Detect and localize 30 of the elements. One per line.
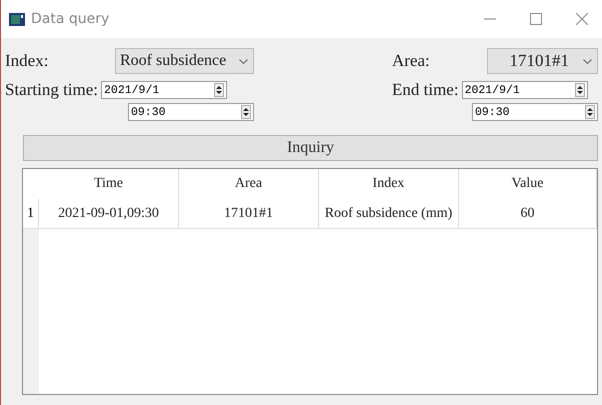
spinner-icon[interactable] xyxy=(585,105,595,119)
field-label: Index: xyxy=(5,51,50,71)
table-cell: Roof subsidence (mm) xyxy=(319,199,459,229)
table-cell: 60 xyxy=(459,199,597,229)
spinner-icon[interactable] xyxy=(574,83,585,97)
table-cell: 2021-09-01,09:30 xyxy=(39,199,179,229)
time-field[interactable]: 09:30 xyxy=(472,103,598,121)
field-label: Area: xyxy=(392,51,431,71)
app-icon xyxy=(9,12,25,26)
table-cell: 17101#1 xyxy=(179,199,319,229)
spinner-icon[interactable] xyxy=(214,83,224,97)
date-field[interactable]: 2021/9/1 xyxy=(462,81,588,99)
column-header[interactable]: Time xyxy=(39,169,179,199)
minimize-icon[interactable] xyxy=(484,18,496,20)
dropdown[interactable]: Roof subsidence xyxy=(115,48,254,74)
window-title: Data query xyxy=(31,11,110,27)
inquiry-button[interactable]: Inquiry xyxy=(23,135,598,161)
field-label: Starting time: xyxy=(5,80,98,100)
close-icon[interactable] xyxy=(576,13,588,25)
maximize-icon[interactable] xyxy=(530,13,542,25)
spinner-icon[interactable] xyxy=(241,105,251,119)
field-label: End time: xyxy=(392,80,459,100)
column-header[interactable]: Value xyxy=(459,169,597,199)
column-header[interactable]: Area xyxy=(179,169,319,199)
chevron-icon xyxy=(239,58,248,64)
dropdown[interactable]: 17101#1 xyxy=(487,48,598,74)
chevron-icon xyxy=(583,58,592,64)
date-field[interactable]: 2021/9/1 xyxy=(101,81,228,99)
time-field[interactable]: 09:30 xyxy=(128,103,254,121)
column-header[interactable]: Index xyxy=(319,169,459,199)
